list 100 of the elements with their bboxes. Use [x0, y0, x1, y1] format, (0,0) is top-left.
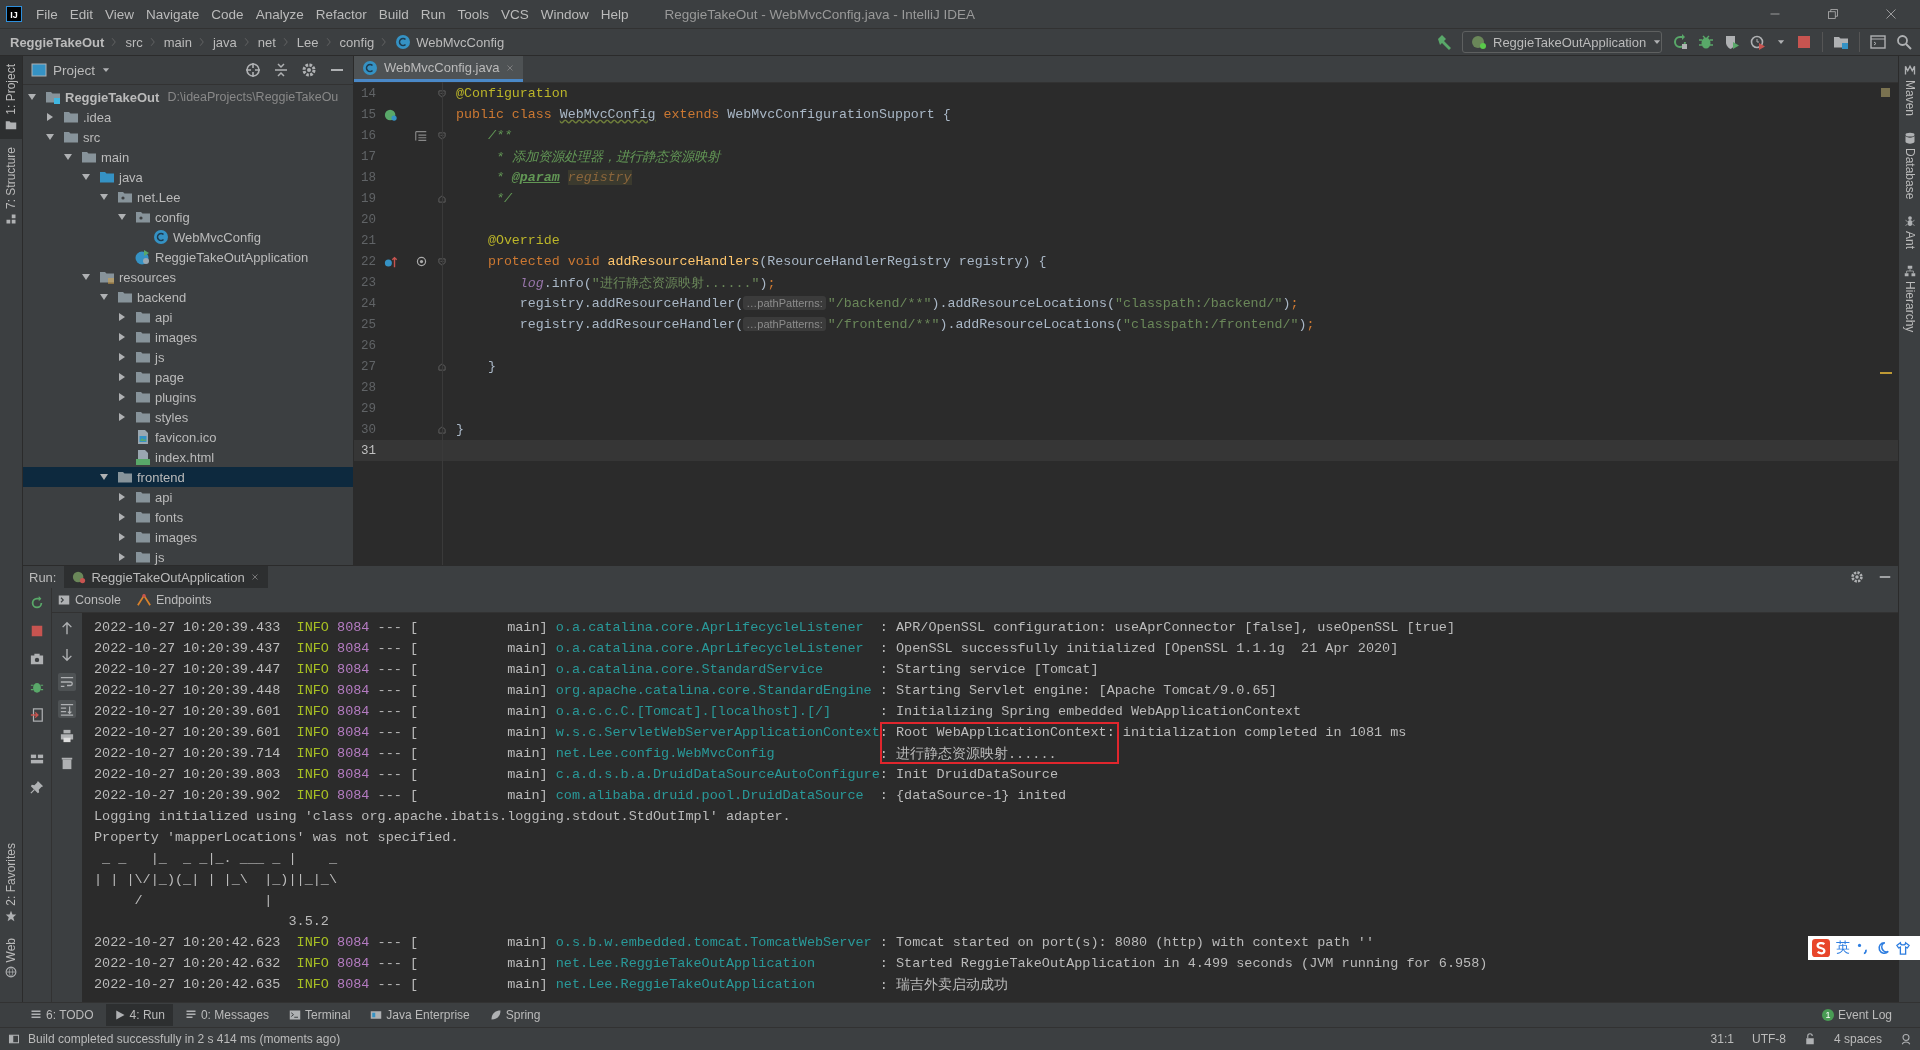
tool-window-tab[interactable]: Maven [1899, 56, 1920, 125]
tree-item[interactable]: config [23, 207, 353, 227]
breadcrumb-item[interactable]: main [163, 34, 192, 50]
menu-item[interactable]: Build [372, 6, 415, 22]
collapsed-arrow-icon[interactable] [117, 332, 127, 342]
tool-window-tab[interactable]: Database [1899, 124, 1920, 208]
collapsed-arrow-icon[interactable] [117, 412, 127, 422]
collapsed-arrow-icon[interactable] [117, 552, 127, 562]
console-tab[interactable]: Console [58, 593, 121, 607]
inspector-icon[interactable] [1900, 1033, 1912, 1045]
collapsed-arrow-icon[interactable] [117, 532, 127, 542]
database-icon[interactable] [1903, 132, 1916, 145]
lock-icon[interactable] [1803, 1033, 1816, 1045]
soft-wrap-button[interactable] [58, 673, 76, 691]
profiler-icon[interactable] [1750, 34, 1766, 50]
rerun-icon[interactable] [1672, 34, 1688, 50]
ime-toolbar[interactable]: 英 [1808, 936, 1920, 960]
tool-window-button[interactable]: Spring [481, 1004, 549, 1026]
menu-item[interactable]: View [99, 6, 141, 22]
breadcrumb-item[interactable]: net [257, 34, 276, 50]
tool-window-tab[interactable]: Hierarchy [1899, 257, 1920, 341]
menu-item[interactable]: Edit [63, 6, 100, 22]
tool-window-tab[interactable]: Ant [1899, 207, 1920, 258]
close-icon[interactable] [249, 572, 260, 582]
expanded-arrow-icon[interactable] [81, 272, 91, 282]
expanded-arrow-icon[interactable] [27, 92, 37, 102]
collapsed-arrow-icon[interactable] [117, 372, 127, 382]
panel-title[interactable]: Project [53, 62, 96, 78]
ime-logo-icon[interactable] [1812, 939, 1830, 957]
star-icon[interactable] [5, 909, 17, 922]
shirt-icon[interactable] [1896, 941, 1910, 955]
print-button[interactable] [58, 727, 76, 745]
tree-item[interactable]: api [23, 307, 353, 327]
collapsed-arrow-icon[interactable] [117, 312, 127, 322]
tree-item[interactable]: java [23, 167, 353, 187]
breadcrumb-item[interactable]: src [125, 34, 143, 50]
override-icon[interactable] [384, 254, 398, 269]
tool-window-button[interactable]: 0: Messages [176, 1004, 277, 1026]
doc-render-icon[interactable] [414, 128, 428, 143]
debug-icon[interactable] [1698, 34, 1714, 50]
tree-item[interactable]: images [23, 327, 353, 347]
project-structure-icon[interactable] [1833, 34, 1849, 50]
implementing-icon[interactable] [414, 255, 428, 268]
tree-item[interactable]: styles [23, 407, 353, 427]
collapse-all-icon[interactable] [273, 62, 289, 78]
breadcrumb-item[interactable]: config [339, 34, 375, 50]
list-icon[interactable] [30, 1009, 42, 1021]
console-tab[interactable]: Endpoints [136, 593, 212, 607]
locate-icon[interactable] [245, 62, 261, 78]
expanded-arrow-icon[interactable] [63, 152, 73, 162]
settings-icon[interactable] [1850, 570, 1864, 584]
tree-item[interactable]: .idea [23, 107, 353, 127]
menu-item[interactable]: Analyze [249, 6, 310, 22]
tree-item[interactable]: ReggieTakeOut D:\ideaProjects\ReggieTakeOu [23, 87, 353, 107]
menu-item[interactable]: Window [534, 6, 595, 22]
expanded-arrow-icon[interactable] [99, 472, 109, 482]
event-log-button[interactable]: 1 Event Log [1813, 1004, 1900, 1026]
messages-icon[interactable] [184, 1009, 197, 1021]
run-tab[interactable]: ReggieTakeOutApplication [64, 566, 268, 588]
tool-window-button[interactable]: 6: TODO [22, 1004, 102, 1026]
terminal-icon[interactable] [289, 1009, 301, 1021]
pin-button[interactable] [28, 778, 46, 796]
indent-setting[interactable]: 4 spaces [1833, 1032, 1882, 1046]
menu-item[interactable]: Refactor [309, 6, 373, 22]
build-icon[interactable] [1436, 34, 1452, 50]
tree-item[interactable]: net.Lee [23, 187, 353, 207]
tool-window-tab[interactable]: 1: Project [0, 56, 22, 139]
ime-mode[interactable]: 英 [1836, 939, 1850, 957]
menu-item[interactable]: Tools [451, 6, 495, 22]
expanded-arrow-icon[interactable] [99, 192, 109, 202]
stop-icon[interactable] [1796, 34, 1812, 50]
menu-item[interactable]: File [30, 6, 64, 22]
maven-icon[interactable] [1903, 64, 1916, 76]
collapsed-arrow-icon[interactable] [117, 352, 127, 362]
tree-item[interactable]: plugins [23, 387, 353, 407]
tree-item[interactable]: resources [23, 267, 353, 287]
tool-window-button[interactable]: 4: Run [105, 1004, 173, 1026]
globe-icon[interactable] [5, 966, 17, 978]
scroll-to-end-button[interactable] [58, 700, 76, 718]
tree-item[interactable]: main [23, 147, 353, 167]
tree-item[interactable]: frontend [23, 467, 353, 487]
collapsed-arrow-icon[interactable] [117, 512, 127, 522]
tree-item[interactable]: api [23, 487, 353, 507]
file-encoding[interactable]: UTF-8 [1751, 1032, 1786, 1046]
tree-item[interactable]: fonts [23, 507, 353, 527]
run-configuration-dropdown[interactable]: ReggieTakeOutApplication [1462, 31, 1662, 53]
run-icon[interactable] [113, 1009, 126, 1021]
menu-item[interactable]: Code [205, 6, 250, 22]
status-icon[interactable] [8, 1033, 20, 1045]
tree-item[interactable]: favicon.ico [23, 427, 353, 447]
settings-icon[interactable] [301, 62, 317, 78]
leaf-icon[interactable] [489, 1009, 502, 1021]
tree-item[interactable]: backend [23, 287, 353, 307]
tree-item[interactable]: WebMvcConfig [23, 227, 353, 247]
expanded-arrow-icon[interactable] [99, 292, 109, 302]
tree-item[interactable]: js [23, 547, 353, 565]
window-icon[interactable] [1870, 34, 1886, 50]
breadcrumb-item[interactable]: WebMvcConfig [416, 34, 505, 50]
tool-window-tab[interactable]: 7: Structure [0, 138, 22, 233]
expanded-arrow-icon[interactable] [45, 132, 55, 142]
